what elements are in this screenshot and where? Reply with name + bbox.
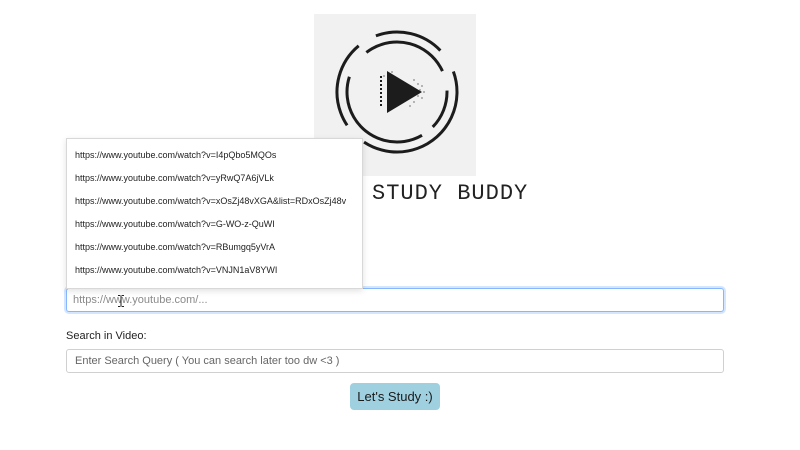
- suggestion-item[interactable]: https://www.youtube.com/watch?v=xOsZj48v…: [67, 190, 362, 213]
- search-label: Search in Video:: [66, 330, 147, 342]
- page: STUDY BUDDY https://www.youtube.com/watc…: [0, 0, 800, 450]
- suggestion-item[interactable]: https://www.youtube.com/watch?v=RBumgq5y…: [67, 236, 362, 259]
- search-query-input[interactable]: [66, 349, 724, 373]
- url-suggestions-dropdown: https://www.youtube.com/watch?v=I4pQbo5M…: [66, 138, 363, 289]
- app-title: STUDY BUDDY: [372, 181, 529, 206]
- suggestion-item[interactable]: https://www.youtube.com/watch?v=yRwQ7A6j…: [67, 167, 362, 190]
- youtube-url-input[interactable]: [66, 288, 724, 312]
- suggestion-item[interactable]: https://www.youtube.com/watch?v=G-WO-z-Q…: [67, 213, 362, 236]
- suggestion-item[interactable]: https://www.youtube.com/watch?v=VNJN1aV8…: [67, 259, 362, 282]
- suggestion-item[interactable]: https://www.youtube.com/watch?v=I4pQbo5M…: [67, 144, 362, 167]
- lets-study-button[interactable]: Let's Study :): [350, 383, 440, 410]
- text-cursor-icon: [118, 295, 124, 307]
